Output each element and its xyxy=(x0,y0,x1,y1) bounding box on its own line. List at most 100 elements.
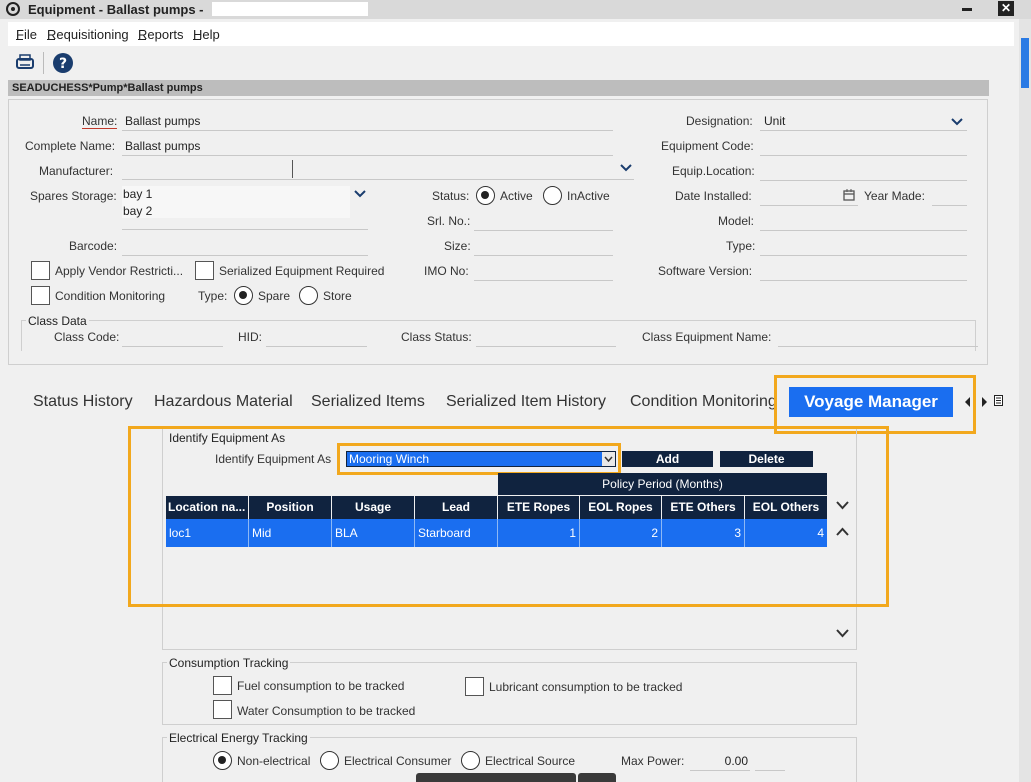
add-button[interactable]: Add xyxy=(622,451,713,467)
serialized-required-checkbox[interactable] xyxy=(195,261,214,280)
delete-button[interactable]: Delete xyxy=(720,451,813,467)
identify-dropdown-value: Mooring Winch xyxy=(349,452,430,466)
chevron-down-icon[interactable] xyxy=(836,499,849,514)
electrical-source-label: Electrical Source xyxy=(485,754,576,768)
column-header-eol-others[interactable]: EOL Others xyxy=(745,496,827,519)
table-cell[interactable]: 1 xyxy=(498,519,580,547)
designation-dropdown[interactable]: Unit xyxy=(764,114,785,128)
electrical-source-radio[interactable] xyxy=(461,751,480,770)
fuel-label: Fuel consumption to be tracked xyxy=(237,679,405,693)
status-inactive-radio[interactable] xyxy=(543,186,562,205)
toolbar-divider xyxy=(43,52,44,74)
non-electrical-radio[interactable] xyxy=(213,751,232,770)
chevron-down-icon[interactable] xyxy=(836,627,849,642)
class-status-field[interactable] xyxy=(476,346,616,347)
column-header-ete-ropes[interactable]: ETE Ropes xyxy=(498,496,579,519)
tab-list-icon[interactable] xyxy=(994,395,1003,409)
table-cell[interactable]: Mid xyxy=(249,519,332,547)
consumption-legend: Consumption Tracking xyxy=(167,656,291,670)
chevron-down-icon[interactable] xyxy=(602,452,615,466)
tab-serialized-items[interactable]: Serialized Items xyxy=(311,393,425,411)
manufacturer-dropdown[interactable] xyxy=(122,160,634,180)
equipment-code-label: Equipment Code: xyxy=(661,139,754,153)
imo-no-field[interactable] xyxy=(474,280,613,281)
equip-location-field[interactable] xyxy=(760,180,967,181)
non-electrical-label: Non-electrical xyxy=(237,754,311,768)
column-header-ete-others[interactable]: ETE Others xyxy=(662,496,744,519)
calendar-icon[interactable] xyxy=(843,189,855,204)
chevron-down-icon[interactable] xyxy=(951,116,963,130)
tab-condition-monitoring[interactable]: Condition Monitoring xyxy=(630,393,776,411)
software-version-field[interactable] xyxy=(760,280,967,281)
complete-name-underline xyxy=(122,155,613,156)
menu-requisitioning[interactable]: Requisitioning xyxy=(47,27,129,42)
date-installed-label: Date Installed: xyxy=(675,189,752,203)
window-scrollbar[interactable] xyxy=(1019,19,1031,782)
spares-storage-item[interactable]: bay 2 xyxy=(123,204,152,218)
class-code-field[interactable] xyxy=(122,346,223,347)
column-header-lead[interactable]: Lead xyxy=(415,496,497,519)
serialized-required-label: Serialized Equipment Required xyxy=(219,264,385,278)
type-spare-radio[interactable] xyxy=(234,286,253,305)
table-cell[interactable]: 3 xyxy=(662,519,745,547)
electrical-legend: Electrical Energy Tracking xyxy=(167,731,310,745)
designation-label: Designation: xyxy=(686,114,753,128)
barcode-field[interactable] xyxy=(122,255,368,256)
column-header-location[interactable]: Location na... xyxy=(166,496,248,519)
breadcrumb: SEADUCHESS*Pump*Ballast pumps xyxy=(8,80,989,96)
status-active-radio[interactable] xyxy=(476,186,495,205)
minimize-button[interactable]: ▬ xyxy=(962,3,976,14)
date-installed-field[interactable] xyxy=(760,205,858,206)
water-checkbox[interactable] xyxy=(213,700,232,719)
type2-field[interactable] xyxy=(760,255,967,256)
spares-storage-item[interactable]: bay 1 xyxy=(123,187,152,201)
bottom-bar-end xyxy=(578,773,616,782)
lubricant-checkbox[interactable] xyxy=(465,677,484,696)
chevron-down-icon[interactable] xyxy=(620,162,632,176)
column-header-position[interactable]: Position xyxy=(249,496,331,519)
bottom-bar xyxy=(416,773,576,782)
electrical-consumer-radio[interactable] xyxy=(320,751,339,770)
table-cell[interactable]: Starboard xyxy=(415,519,498,547)
column-header-usage[interactable]: Usage xyxy=(332,496,414,519)
tab-scroll-left-icon[interactable] xyxy=(964,396,972,410)
print-icon[interactable] xyxy=(14,52,36,74)
max-power-unit-field[interactable] xyxy=(755,770,785,771)
name-field[interactable]: Ballast pumps xyxy=(125,114,200,128)
table-cell[interactable]: 4 xyxy=(745,519,827,547)
equipment-code-field[interactable] xyxy=(760,155,967,156)
max-power-field[interactable]: 0.00 xyxy=(690,754,748,768)
hid-field[interactable] xyxy=(266,346,367,347)
column-header-eol-ropes[interactable]: EOL Ropes xyxy=(580,496,661,519)
fuel-checkbox[interactable] xyxy=(213,676,232,695)
tab-voyage-manager[interactable]: Voyage Manager xyxy=(789,387,953,417)
scrollbar-thumb[interactable] xyxy=(1021,38,1029,88)
model-field[interactable] xyxy=(760,230,967,231)
status-inactive-label: InActive xyxy=(567,189,610,203)
condition-monitoring-checkbox[interactable] xyxy=(31,286,50,305)
type-store-radio[interactable] xyxy=(299,286,318,305)
tab-status-history[interactable]: Status History xyxy=(33,393,133,411)
tab-scroll-right-icon[interactable] xyxy=(980,396,988,410)
srl-no-field[interactable] xyxy=(474,230,613,231)
window-title: Equipment - Ballast pumps - xyxy=(28,2,204,17)
type2-label: Type: xyxy=(726,239,756,253)
spares-storage-list[interactable] xyxy=(122,186,350,218)
year-made-field[interactable] xyxy=(932,205,967,206)
identify-label: Identify Equipment As xyxy=(215,452,332,466)
help-icon[interactable]: ? xyxy=(52,52,74,74)
class-code-label: Class Code: xyxy=(54,330,120,344)
size-field[interactable] xyxy=(474,255,613,256)
table-cell[interactable]: 2 xyxy=(580,519,662,547)
table-cell[interactable]: BLA xyxy=(332,519,415,547)
table-cell[interactable]: loc1 xyxy=(166,519,249,547)
class-equipment-name-field[interactable] xyxy=(778,346,978,347)
close-button[interactable]: ✕ xyxy=(998,1,1014,16)
tab-hazardous-material[interactable]: Hazardous Material xyxy=(154,393,293,411)
tab-serialized-item-history[interactable]: Serialized Item History xyxy=(446,393,606,411)
max-power-underline xyxy=(690,770,750,771)
chevron-down-icon[interactable] xyxy=(354,188,366,202)
chevron-up-icon[interactable] xyxy=(836,526,849,541)
apply-vendor-checkbox[interactable] xyxy=(31,261,50,280)
complete-name-field[interactable]: Ballast pumps xyxy=(125,139,200,153)
